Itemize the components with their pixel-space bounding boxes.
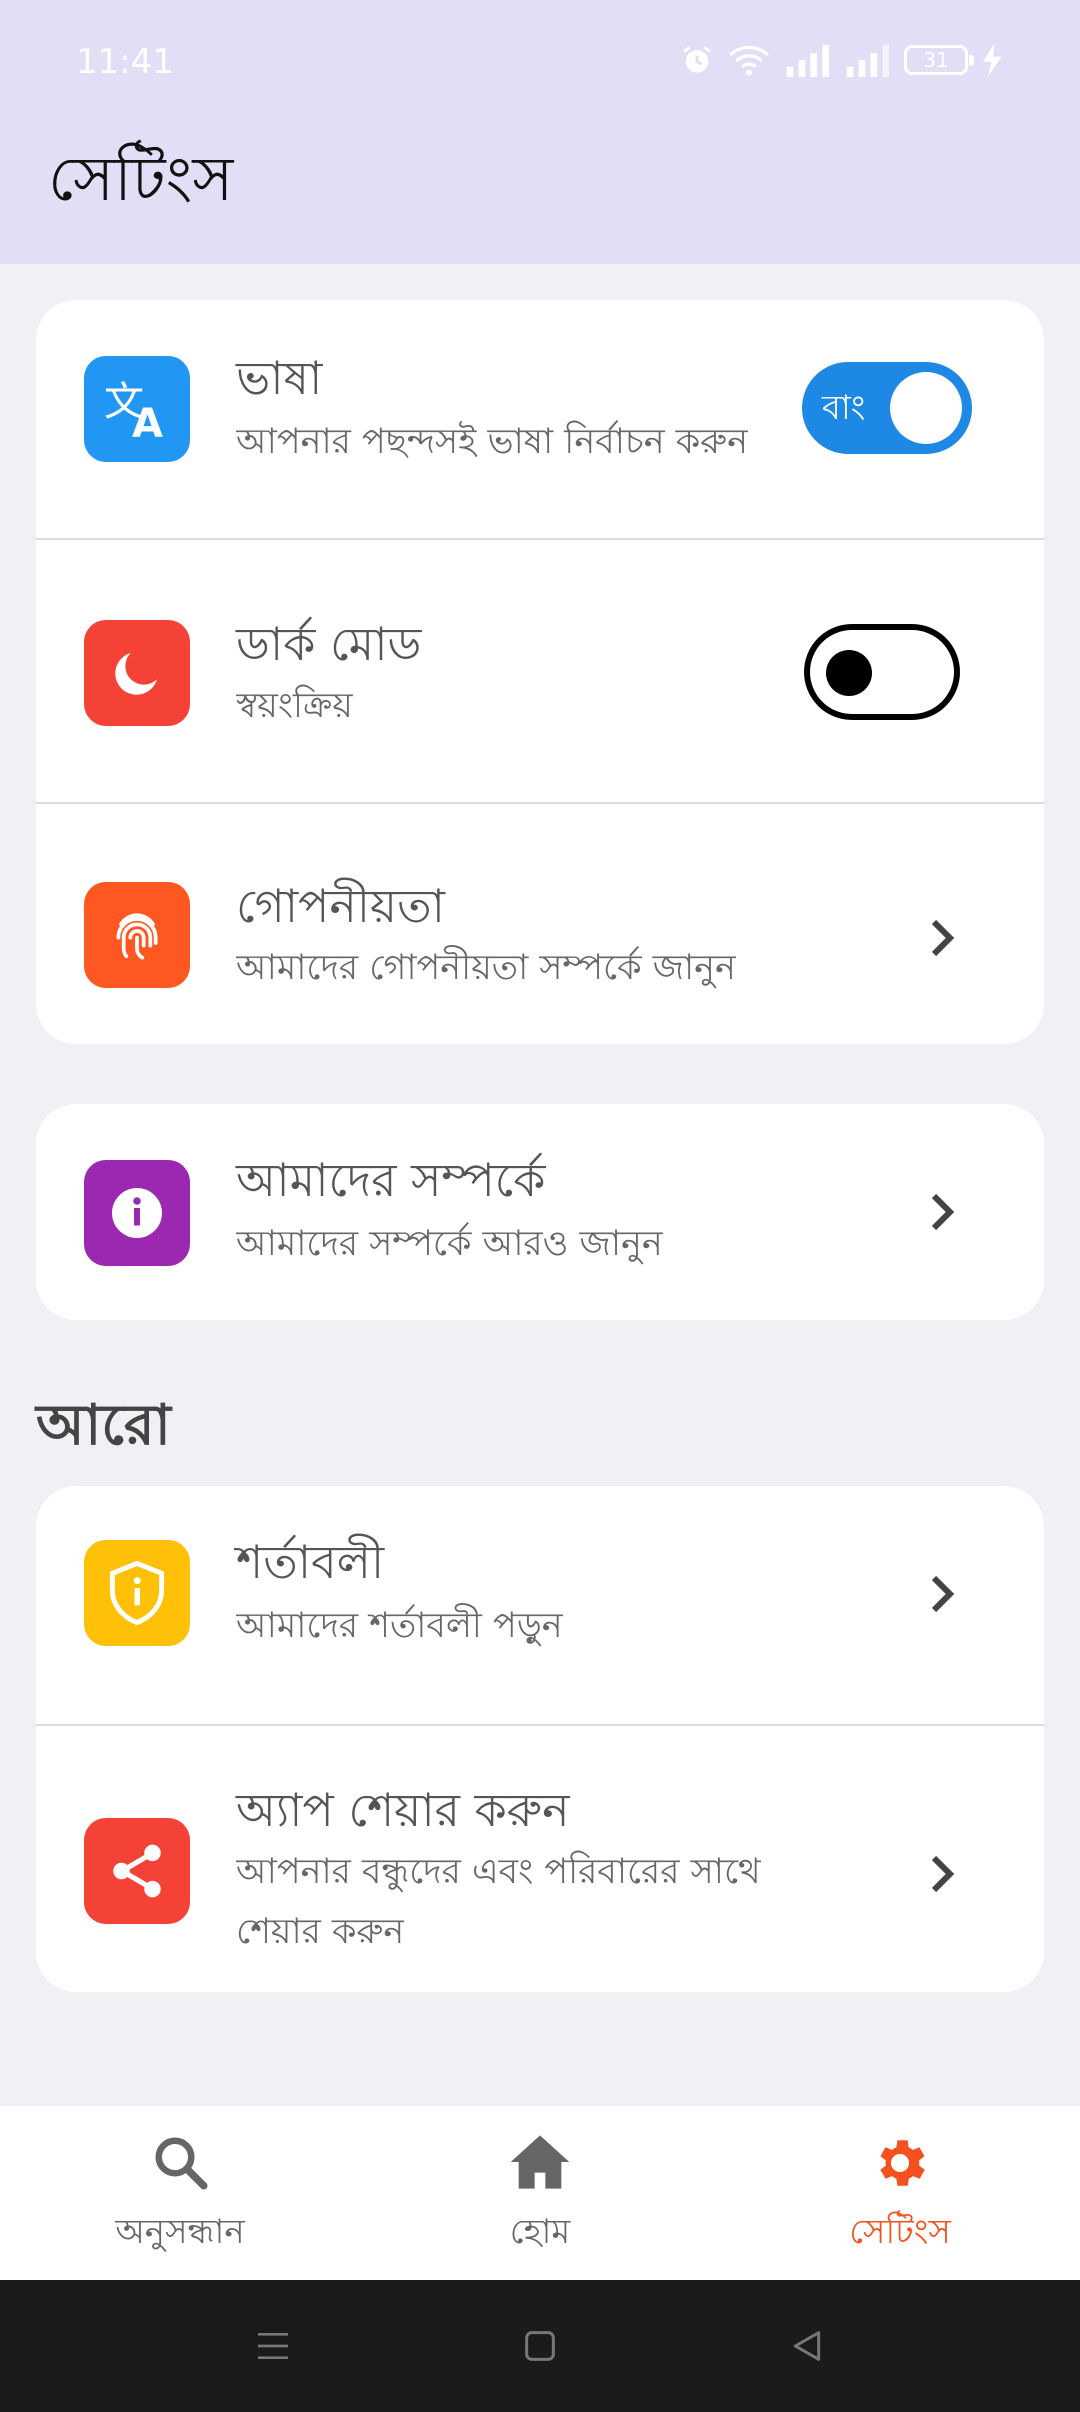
wifi-icon: [729, 45, 769, 76]
toggle-knob: [826, 650, 872, 696]
chevron-right-icon: [931, 1855, 955, 1893]
language-title: ভাষা: [236, 351, 323, 405]
settings-card-more: শর্তাবলী আমাদের শর্তাবলী পড়ুন অ্যাপ শেয…: [36, 1486, 1044, 1992]
privacy-row[interactable]: গোপনীয়তা আমাদের গোপনীয়তা সম্পর্কে জানু…: [36, 804, 1044, 1044]
status-time: 11:41: [76, 42, 174, 82]
info-icon: [84, 1160, 190, 1266]
share-title: অ্যাপ শেয়ার করুন: [236, 1783, 570, 1837]
settings-card-general: 文 A ভাষা আপনার পছন্দসই ভাষা নির্বাচন করু…: [36, 300, 1044, 1044]
chevron-right-icon: [931, 1193, 955, 1231]
privacy-subtitle: আমাদের গোপনীয়তা সম্পর্কে জানুন: [236, 948, 736, 988]
language-row[interactable]: 文 A ভাষা আপনার পছন্দসই ভাষা নির্বাচন করু…: [36, 300, 1044, 540]
status-icons: 31: [680, 40, 1004, 80]
about-subtitle: আমাদের সম্পর্কে আরও জানুন: [236, 1224, 663, 1264]
terms-title: শর্তাবলী: [236, 1535, 385, 1589]
nav-label-settings: সেটিংস: [849, 2212, 951, 2252]
share-icon: [84, 1818, 190, 1924]
about-row[interactable]: আমাদের সম্পর্কে আমাদের সম্পর্কে আরও জানু…: [36, 1104, 1044, 1320]
about-title: আমাদের সম্পর্কে: [236, 1153, 546, 1207]
battery-indicator: 31: [904, 45, 974, 75]
signal-icon-2: [846, 44, 890, 77]
fingerprint-icon: [84, 882, 190, 988]
language-subtitle: আপনার পছন্দসই ভাষা নির্বাচন করুন: [236, 422, 748, 462]
chevron-right-icon: [931, 1575, 955, 1613]
shield-icon: [84, 1540, 190, 1646]
charging-icon: [982, 43, 1002, 77]
nav-label-home: হোম: [509, 2212, 571, 2252]
gear-icon: [880, 2140, 925, 2186]
nav-label-search: অনুসন্ধান: [115, 2212, 245, 2252]
nav-item-search[interactable]: অনুসন্ধান: [0, 2106, 360, 2280]
moon-icon: [84, 620, 190, 726]
privacy-title: গোপনীয়তা: [236, 879, 445, 933]
bottom-navigation: অনুসন্ধান হোম সেটিংস: [0, 2106, 1080, 2280]
section-heading-more: আরো: [36, 1393, 171, 1458]
terms-subtitle: আমাদের শর্তাবলী পড়ুন: [236, 1606, 563, 1646]
chevron-right-icon: [931, 919, 955, 957]
translate-icon: 文 A: [84, 356, 190, 462]
dark-mode-row[interactable]: ডার্ক মোড স্বয়ংক্রিয়: [36, 540, 1044, 804]
nav-item-settings[interactable]: সেটিংস: [720, 2106, 1080, 2280]
app-header: 11:41 31 সেটিংস: [0, 0, 1080, 264]
language-toggle[interactable]: বাং: [802, 362, 972, 454]
home-icon: [510, 2135, 570, 2189]
page-title: সেটিংস: [48, 142, 234, 215]
nav-item-home[interactable]: হোম: [360, 2106, 720, 2280]
search-icon: [155, 2137, 208, 2190]
system-navigation-bar: [0, 2280, 1080, 2412]
dark-mode-subtitle: স্বয়ংক্রিয়: [236, 686, 353, 726]
terms-row[interactable]: শর্তাবলী আমাদের শর্তাবলী পড়ুন: [36, 1486, 1044, 1726]
dark-mode-title: ডার্ক মোড: [236, 617, 422, 671]
signal-icon: [786, 44, 830, 77]
settings-card-about: আমাদের সম্পর্কে আমাদের সম্পর্কে আরও জানু…: [36, 1104, 1044, 1320]
toggle-knob: [890, 372, 962, 444]
share-row[interactable]: অ্যাপ শেয়ার করুন আপনার বন্ধুদের এবং পরি…: [36, 1726, 1044, 1992]
alarm-icon: [683, 46, 711, 73]
svg-text:A: A: [132, 401, 163, 441]
language-toggle-label: বাং: [822, 388, 866, 428]
menu-icon[interactable]: [253, 2326, 293, 2366]
share-subtitle-line1: আপনার বন্ধুদের এবং পরিবারের সাথে: [236, 1852, 761, 1892]
share-subtitle-line2: শেয়ার করুন: [236, 1912, 405, 1952]
home-square-icon[interactable]: [520, 2326, 560, 2366]
dark-mode-toggle[interactable]: [804, 624, 960, 720]
back-icon[interactable]: [787, 2326, 827, 2366]
